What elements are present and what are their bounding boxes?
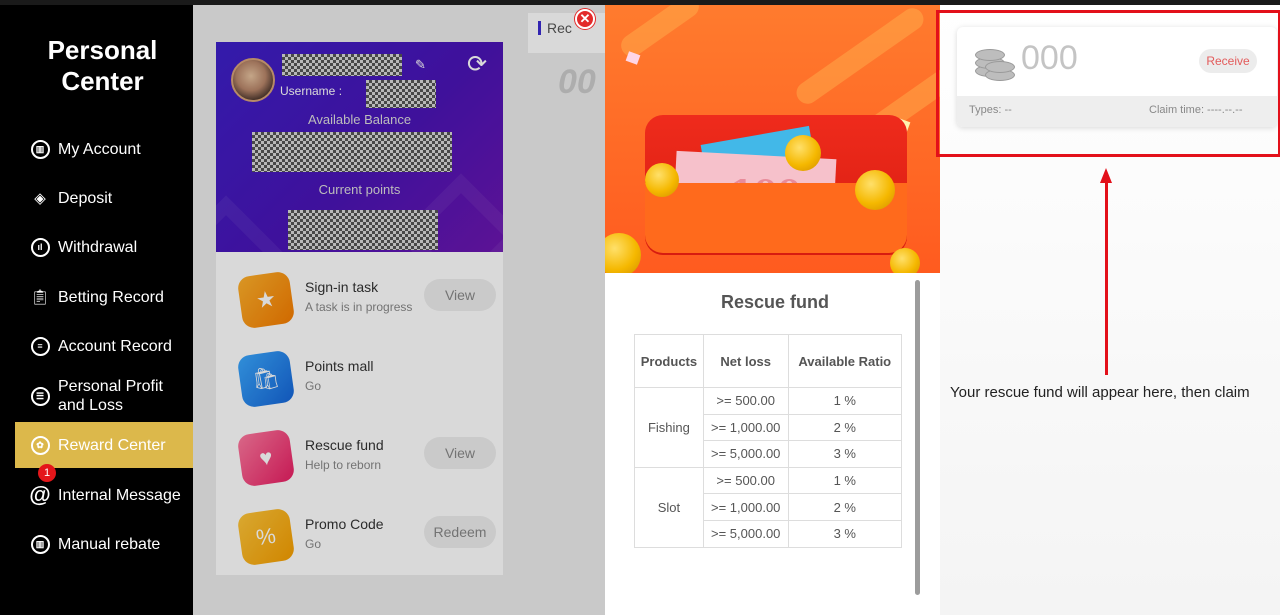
reward-icon: ✿ bbox=[29, 434, 51, 456]
sidebar-item-profit-loss[interactable]: ☰ Personal Profit and Loss bbox=[15, 373, 193, 419]
at-icon: @ bbox=[29, 482, 51, 507]
sidebar-title: Personal Center bbox=[0, 35, 205, 97]
ratio-cell: 3 % bbox=[787, 440, 903, 468]
ratio-cell: 1 % bbox=[787, 387, 903, 415]
sidebar-item-account-record[interactable]: ≡ Account Record bbox=[15, 323, 193, 369]
coin-image bbox=[890, 248, 920, 273]
sidebar-item-label: My Account bbox=[58, 140, 141, 158]
highlight-box bbox=[936, 10, 1280, 157]
net-loss-cell: >= 5,000.00 bbox=[702, 519, 789, 548]
net-loss-cell: >= 500.00 bbox=[702, 387, 789, 415]
sidebar-item-manual-rebate[interactable]: ▥ Manual rebate bbox=[15, 521, 193, 567]
sidebar-item-reward-center[interactable]: ✿ Reward Center bbox=[15, 422, 193, 468]
modal-backdrop[interactable] bbox=[193, 5, 605, 615]
guide-caption: Your rescue fund will appear here, then … bbox=[950, 384, 1250, 401]
sidebar-item-label: Manual rebate bbox=[58, 535, 161, 553]
column-header: Products bbox=[634, 334, 704, 388]
guide-panel: 000 Receive Types: -- Claim time: ----.-… bbox=[936, 5, 1280, 615]
rebate-icon: ▥ bbox=[29, 533, 51, 555]
ratio-cell: 2 % bbox=[787, 493, 903, 521]
close-button[interactable]: ✕ bbox=[575, 9, 595, 29]
clipboard-icon: 📋︎ bbox=[30, 289, 50, 306]
coin-image bbox=[645, 163, 679, 197]
net-loss-cell: >= 500.00 bbox=[702, 466, 789, 495]
ratio-cell: 3 % bbox=[787, 519, 903, 548]
sidebar-item-betting-record[interactable]: 📋︎ Betting Record bbox=[15, 274, 193, 320]
net-loss-cell: >= 1,000.00 bbox=[702, 493, 789, 521]
sidebar-item-internal-message[interactable]: @ 1 Internal Message bbox=[15, 464, 193, 518]
ratio-cell: 2 % bbox=[787, 413, 903, 442]
sidebar: Personal Center ▥ My Account ◈ Deposit ı… bbox=[0, 5, 193, 615]
rescue-fund-modal: 100 Rescue fund Products Net loss Availa… bbox=[605, 5, 940, 615]
coin-image bbox=[605, 233, 641, 273]
rescue-fund-banner: 100 bbox=[605, 5, 940, 273]
modal-title: Rescue fund bbox=[720, 292, 830, 312]
deposit-icon: ◈ bbox=[34, 190, 46, 207]
close-icon: ✕ bbox=[579, 11, 591, 26]
table-row: Fishing >= 500.00 1 % bbox=[634, 387, 903, 468]
column-header: Net loss bbox=[702, 334, 789, 388]
sidebar-item-label: Personal Profit and Loss bbox=[58, 378, 163, 414]
sidebar-item-label: Withdrawal bbox=[58, 238, 138, 256]
unread-badge: 1 bbox=[38, 464, 56, 482]
product-cell: Slot bbox=[634, 466, 704, 548]
net-loss-cell: >= 5,000.00 bbox=[702, 440, 789, 468]
sidebar-item-label: Internal Message bbox=[58, 486, 181, 504]
profit-icon: ☰ bbox=[29, 385, 51, 407]
table-row: Slot >= 500.00 1 % bbox=[634, 466, 903, 548]
sidebar-title-line2: Center bbox=[61, 66, 144, 96]
sidebar-item-label: Account Record bbox=[58, 337, 172, 355]
table-header-row: Products Net loss Available Ratio bbox=[634, 334, 903, 388]
sidebar-item-withdrawal[interactable]: ıl Withdrawal bbox=[15, 224, 193, 270]
record-icon: ≡ bbox=[29, 335, 51, 357]
sidebar-item-deposit[interactable]: ◈ Deposit bbox=[15, 175, 193, 221]
coin-image bbox=[785, 135, 821, 171]
sidebar-title-line1: Personal bbox=[47, 35, 158, 65]
column-header: Available Ratio bbox=[787, 334, 903, 388]
product-cell: Fishing bbox=[634, 387, 704, 468]
arrow-shaft bbox=[1105, 180, 1108, 375]
ratio-cell: 1 % bbox=[787, 466, 903, 495]
sidebar-item-label: Deposit bbox=[58, 189, 113, 207]
sidebar-item-label: Betting Record bbox=[58, 288, 164, 306]
rescue-fund-table: Products Net loss Available Ratio Fishin… bbox=[634, 334, 903, 548]
withdrawal-icon: ıl bbox=[29, 236, 51, 258]
net-loss-cell: >= 1,000.00 bbox=[702, 413, 789, 442]
modal-scrollbar[interactable] bbox=[915, 280, 920, 595]
top-strip bbox=[0, 0, 1280, 5]
coin-image bbox=[855, 170, 895, 210]
sidebar-item-label: Reward Center bbox=[58, 436, 166, 454]
account-icon: ▥ bbox=[29, 138, 51, 160]
sidebar-item-my-account[interactable]: ▥ My Account bbox=[15, 126, 193, 172]
